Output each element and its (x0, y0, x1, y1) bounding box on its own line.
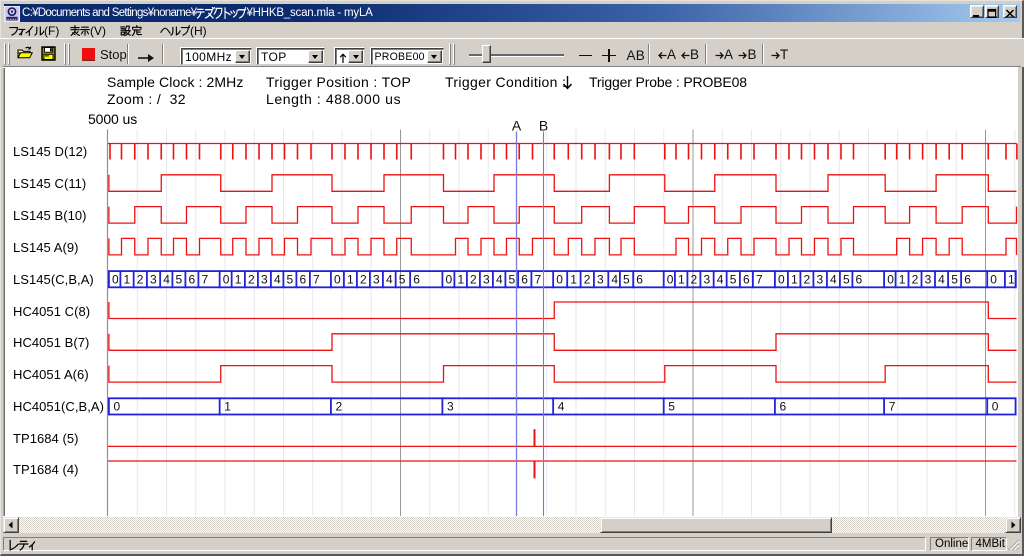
svg-text:6: 6 (521, 273, 528, 287)
svg-text:1: 1 (1008, 273, 1015, 287)
svg-text:7: 7 (313, 273, 320, 287)
svg-text:5: 5 (843, 273, 850, 287)
svg-text:3: 3 (150, 273, 157, 287)
svg-text:1: 1 (124, 273, 131, 287)
svg-text:5: 5 (399, 273, 406, 287)
svg-text:0: 0 (887, 273, 894, 287)
svg-text:0: 0 (446, 273, 453, 287)
svg-text:6: 6 (780, 400, 787, 414)
svg-text:7: 7 (889, 400, 896, 414)
svg-text:5: 5 (287, 273, 294, 287)
svg-text:2: 2 (691, 273, 698, 287)
svg-text:1: 1 (570, 273, 577, 287)
svg-text:0: 0 (667, 273, 674, 287)
svg-text:6: 6 (964, 273, 971, 287)
svg-text:2: 2 (137, 273, 144, 287)
svg-text:0: 0 (112, 273, 119, 287)
svg-text:2: 2 (912, 273, 919, 287)
svg-text:0: 0 (992, 400, 999, 414)
svg-text:4: 4 (386, 273, 393, 287)
svg-text:0: 0 (223, 273, 230, 287)
svg-text:0: 0 (114, 400, 121, 414)
svg-text:4: 4 (558, 400, 565, 414)
svg-text:4: 4 (274, 273, 281, 287)
svg-text:B: B (539, 118, 548, 134)
svg-text:1: 1 (458, 273, 465, 287)
svg-text:2: 2 (804, 273, 811, 287)
svg-text:4: 4 (717, 273, 724, 287)
svg-text:5: 5 (668, 400, 675, 414)
svg-text:0: 0 (990, 273, 997, 287)
svg-text:3: 3 (447, 400, 454, 414)
svg-text:3: 3 (597, 273, 604, 287)
svg-text:1: 1 (899, 273, 906, 287)
svg-text:0: 0 (334, 273, 341, 287)
svg-text:3: 3 (373, 273, 380, 287)
svg-text:6: 6 (413, 273, 420, 287)
svg-text:1: 1 (235, 273, 242, 287)
svg-text:1: 1 (678, 273, 685, 287)
svg-text:2: 2 (336, 400, 343, 414)
svg-text:0: 0 (778, 273, 785, 287)
svg-text:4: 4 (496, 273, 503, 287)
svg-text:A: A (512, 118, 522, 134)
svg-text:3: 3 (704, 273, 711, 287)
svg-text:6: 6 (189, 273, 196, 287)
svg-text:4: 4 (163, 273, 170, 287)
svg-text:3: 3 (261, 273, 268, 287)
svg-text:2: 2 (360, 273, 367, 287)
svg-text:6: 6 (300, 273, 307, 287)
svg-text:5: 5 (730, 273, 737, 287)
svg-text:3: 3 (483, 273, 490, 287)
svg-text:4: 4 (611, 273, 618, 287)
svg-text:4: 4 (938, 273, 945, 287)
svg-text:7: 7 (756, 273, 763, 287)
svg-text:1: 1 (347, 273, 354, 287)
svg-text:7: 7 (535, 273, 542, 287)
svg-text:5: 5 (176, 273, 183, 287)
svg-text:6: 6 (636, 273, 643, 287)
svg-text:0: 0 (556, 273, 563, 287)
svg-text:3: 3 (817, 273, 824, 287)
svg-text:4: 4 (830, 273, 837, 287)
svg-text:3: 3 (925, 273, 932, 287)
svg-text:1: 1 (224, 400, 231, 414)
svg-text:2: 2 (584, 273, 591, 287)
svg-text:5: 5 (623, 273, 630, 287)
svg-text:5: 5 (951, 273, 958, 287)
svg-text:5: 5 (509, 273, 516, 287)
svg-text:6: 6 (856, 273, 863, 287)
svg-text:1: 1 (791, 273, 798, 287)
svg-text:2: 2 (470, 273, 477, 287)
svg-text:2: 2 (248, 273, 255, 287)
svg-text:6: 6 (743, 273, 750, 287)
svg-text:7: 7 (202, 273, 209, 287)
